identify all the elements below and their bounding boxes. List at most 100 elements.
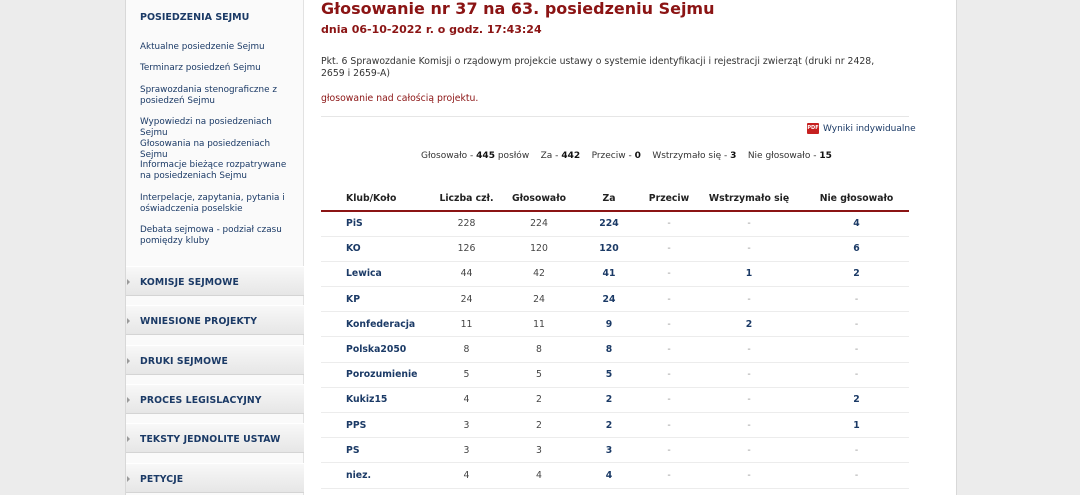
section-label: WNIESIONE PROJEKTY [140, 316, 258, 327]
members-cell: 228 [429, 211, 504, 237]
sidebar-section-prints[interactable]: DRUKI SEJMOWE [126, 345, 304, 375]
vote-description: głosowanie nad całością projektu. [321, 93, 479, 104]
individual-results-link[interactable]: PDF Wyniki indywidualne [807, 123, 916, 134]
club-name-link[interactable]: Lewica [321, 261, 429, 288]
vote-summary: Głosowało - 445 posłów Za - 442 Przeciw … [421, 151, 832, 161]
voted-cell: 120 [504, 236, 574, 262]
against-cell: - [644, 336, 694, 363]
section-label: KOMISJE SEJMOWE [140, 277, 239, 288]
not-voted-cell: - [804, 462, 909, 489]
for-cell: 5 [574, 362, 644, 388]
summary-notvoted-label: Nie głosowało - [747, 151, 817, 161]
table-row: Porozumienie 5 5 5- - - [321, 362, 909, 388]
voted-cell: 24 [504, 286, 574, 313]
not-voted-cell: - [804, 437, 909, 464]
voted-cell: 11 [504, 311, 574, 338]
summary-voted-value: 445 [476, 151, 495, 161]
club-name-link[interactable]: PiS [321, 211, 429, 237]
abstain-cell: - [694, 387, 804, 414]
triangle-right-icon [127, 318, 130, 324]
abstain-cell: - [694, 211, 804, 237]
table-row: PiS 228 224 224- -4 [321, 211, 909, 237]
sidebar-link-schedule[interactable]: Terminarz posiedzeń Sejmu [140, 63, 295, 74]
club-name-link[interactable]: niez. [321, 462, 429, 489]
results-table: Klub/Koło Liczba czł. Głosowało Za Przec… [321, 187, 909, 489]
voted-cell: 2 [504, 412, 574, 439]
table-row: PS 3 3 3- - - [321, 437, 909, 464]
summary-abstain-value: 3 [730, 151, 737, 161]
sidebar-section-committees[interactable]: KOMISJE SEJMOWE [126, 266, 304, 296]
abstain-cell: - [694, 362, 804, 388]
members-cell: 24 [429, 286, 504, 313]
table-row: PPS 3 2 2- -1 [321, 412, 909, 439]
members-cell: 126 [429, 236, 504, 262]
individual-results-label: Wyniki indywidualne [823, 123, 916, 134]
agenda-item: Pkt. 6 Sprawozdanie Komisji o rządowym p… [321, 56, 875, 79]
table-row: Polska2050 8 8 8- - - [321, 336, 909, 363]
sidebar-link-interpellations[interactable]: Interpelacje, zapytania, pytania i oświa… [140, 193, 295, 215]
for-cell: 8 [574, 336, 644, 363]
summary-against-label: Przeciw - [591, 151, 632, 161]
not-voted-cell: 2 [804, 387, 909, 414]
abstain-cell: - [694, 236, 804, 262]
voted-cell: 4 [504, 462, 574, 489]
sidebar-link-current-info[interactable]: Informacje bieżące rozpatrywane na posie… [140, 160, 295, 182]
table-row: niez. 4 4 4- - - [321, 462, 909, 489]
against-cell: - [644, 261, 694, 288]
club-name-link[interactable]: KP [321, 286, 429, 313]
sidebar-link-transcripts[interactable]: Sprawozdania stenograficzne z posiedzeń … [140, 85, 295, 107]
members-cell: 4 [429, 462, 504, 489]
col-header-abstain: Wstrzymało się [694, 187, 804, 212]
summary-for-value: 442 [561, 151, 581, 161]
club-name-link[interactable]: Porozumienie [321, 362, 429, 388]
against-cell: - [644, 462, 694, 489]
divider [321, 116, 909, 117]
not-voted-cell: - [804, 286, 909, 313]
sidebar-section-submitted-projects[interactable]: WNIESIONE PROJEKTY [126, 305, 304, 335]
section-label: DRUKI SEJMOWE [140, 356, 228, 367]
against-cell: - [644, 236, 694, 262]
against-cell: - [644, 387, 694, 414]
for-cell: 2 [574, 387, 644, 414]
club-name-link[interactable]: KO [321, 236, 429, 262]
table-row: Konfederacja 11 11 9-2- [321, 311, 909, 338]
for-cell: 4 [574, 462, 644, 489]
summary-mps-label: posłów [497, 151, 530, 161]
not-voted-cell: - [804, 311, 909, 338]
club-name-link[interactable]: Kukiz15 [321, 387, 429, 414]
triangle-right-icon [127, 436, 130, 442]
not-voted-cell: - [804, 336, 909, 363]
members-cell: 3 [429, 437, 504, 464]
against-cell: - [644, 437, 694, 464]
abstain-cell: - [694, 286, 804, 313]
page: POSIEDZENIA SEJMU Aktualne posiedzenie S… [125, 0, 957, 495]
club-name-link[interactable]: Konfederacja [321, 311, 429, 338]
club-name-link[interactable]: PPS [321, 412, 429, 439]
abstain-cell: - [694, 462, 804, 489]
pdf-icon: PDF [807, 123, 819, 134]
club-name-link[interactable]: Polska2050 [321, 336, 429, 363]
for-cell: 41 [574, 261, 644, 288]
voted-cell: 224 [504, 211, 574, 237]
abstain-cell: 1 [694, 261, 804, 288]
not-voted-cell: 6 [804, 236, 909, 262]
sidebar-link-current-session[interactable]: Aktualne posiedzenie Sejmu [140, 42, 295, 53]
sidebar-link-speeches[interactable]: Wypowiedzi na posiedzeniach Sejmu [140, 117, 295, 139]
triangle-right-icon [127, 476, 130, 482]
section-label: PETYCJE [140, 474, 184, 485]
abstain-cell: - [694, 336, 804, 363]
club-name-link[interactable]: PS [321, 437, 429, 464]
not-voted-cell: - [804, 362, 909, 388]
section-label: PROCES LEGISLACYJNY [140, 395, 262, 406]
col-header-against: Przeciw [644, 187, 694, 212]
sidebar-section-consolidated-texts[interactable]: TEKSTY JEDNOLITE USTAW [126, 423, 304, 453]
sidebar-link-debate-time[interactable]: Debata sejmowa - podział czasu pomiędzy … [140, 225, 295, 247]
sidebar-section-legislative-process[interactable]: PROCES LEGISLACYJNY [126, 384, 304, 414]
for-cell: 2 [574, 412, 644, 439]
sidebar-heading[interactable]: POSIEDZENIA SEJMU [140, 12, 249, 23]
abstain-cell: 2 [694, 311, 804, 338]
sidebar-link-votes[interactable]: Głosowania na posiedzeniach Sejmu [140, 139, 295, 161]
col-header-not-voted: Nie głosowało [804, 187, 909, 212]
summary-abstain-label: Wstrzymało się - [652, 151, 728, 161]
sidebar-section-petitions[interactable]: PETYCJE [126, 463, 304, 493]
